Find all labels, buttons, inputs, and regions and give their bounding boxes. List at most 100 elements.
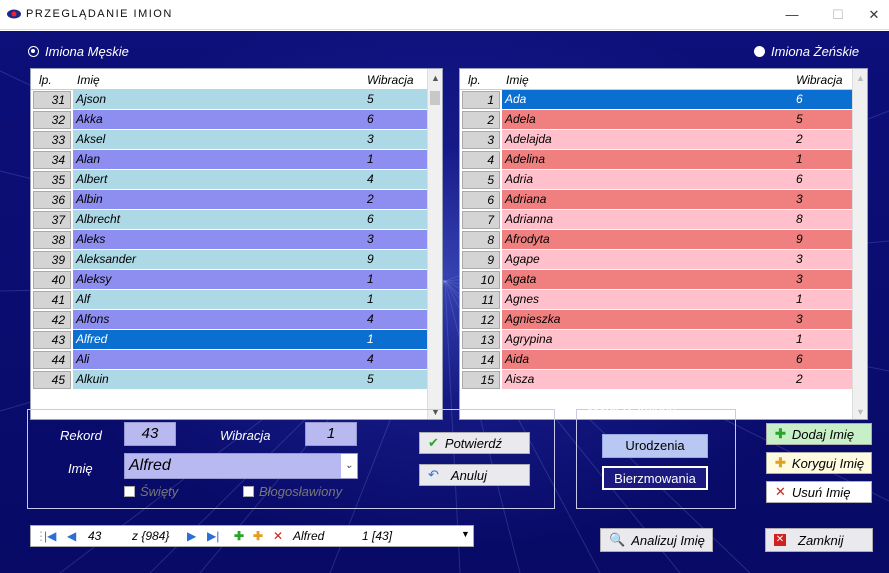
row-number[interactable]: 14: [462, 351, 500, 369]
vibration-cell[interactable]: 1: [361, 330, 428, 349]
row-number[interactable]: 44: [33, 351, 71, 369]
edit-record-icon[interactable]: ✚: [253, 529, 263, 543]
saint-checkbox[interactable]: Święty: [124, 484, 178, 499]
vibration-cell[interactable]: 3: [361, 130, 428, 149]
row-number[interactable]: 36: [33, 191, 71, 209]
name-cell[interactable]: Albrecht: [73, 210, 361, 229]
row-number[interactable]: 15: [462, 371, 500, 389]
table-row[interactable]: 35 Albert 4: [31, 170, 442, 190]
name-cell[interactable]: Albert: [73, 170, 361, 189]
close-button[interactable]: ✕ Zamknij: [765, 528, 873, 552]
row-number[interactable]: 12: [462, 311, 500, 329]
table-row[interactable]: 5 Adria 6: [460, 170, 867, 190]
name-cell[interactable]: Agrypina: [502, 330, 790, 349]
prev-record-icon[interactable]: ◀: [67, 529, 76, 543]
row-number[interactable]: 41: [33, 291, 71, 309]
name-cell[interactable]: Alkuin: [73, 370, 361, 389]
table-row[interactable]: 8 Afrodyta 9: [460, 230, 867, 250]
vibration-cell[interactable]: 2: [790, 370, 854, 389]
header-lp[interactable]: lp.: [39, 73, 52, 87]
vibration-cell[interactable]: 6: [790, 350, 854, 369]
scroll-up-icon[interactable]: ▲: [431, 73, 440, 83]
radio-male[interactable]: Imiona Męskie: [28, 42, 129, 60]
row-number[interactable]: 3: [462, 131, 500, 149]
vibration-cell[interactable]: 6: [361, 210, 428, 229]
row-number[interactable]: 34: [33, 151, 71, 169]
table-row[interactable]: 11 Agnes 1: [460, 290, 867, 310]
table-row[interactable]: 43 Alfred 1: [31, 330, 442, 350]
row-number[interactable]: 1: [462, 91, 500, 109]
name-cell[interactable]: Adelina: [502, 150, 790, 169]
row-number[interactable]: 35: [33, 171, 71, 189]
table-row[interactable]: 7 Adrianna 8: [460, 210, 867, 230]
name-cell[interactable]: Afrodyta: [502, 230, 790, 249]
row-number[interactable]: 31: [33, 91, 71, 109]
table-row[interactable]: 31 Ajson 5: [31, 90, 442, 110]
name-cell[interactable]: Ajson: [73, 90, 361, 109]
table-row[interactable]: 3 Adelajda 2: [460, 130, 867, 150]
name-cell[interactable]: Aleksy: [73, 270, 361, 289]
name-cell[interactable]: Ali: [73, 350, 361, 369]
table-row[interactable]: 40 Aleksy 1: [31, 270, 442, 290]
name-cell[interactable]: Agape: [502, 250, 790, 269]
table-row[interactable]: 38 Aleks 3: [31, 230, 442, 250]
vibration-cell[interactable]: 6: [361, 110, 428, 129]
vibration-cell[interactable]: 3: [361, 230, 428, 249]
minimize-button[interactable]: —: [770, 2, 814, 28]
table-row[interactable]: 39 Aleksander 9: [31, 250, 442, 270]
name-cell[interactable]: Agata: [502, 270, 790, 289]
blessed-checkbox[interactable]: Błogosławiony: [243, 484, 342, 499]
vibration-cell[interactable]: 4: [361, 170, 428, 189]
row-number[interactable]: 42: [33, 311, 71, 329]
header-vibration[interactable]: Wibracja: [367, 73, 414, 87]
name-cell[interactable]: Adria: [502, 170, 790, 189]
scroll-down-icon[interactable]: ▼: [856, 407, 865, 417]
blessed-checkbox-box[interactable]: [243, 486, 254, 497]
name-cell[interactable]: Aida: [502, 350, 790, 369]
name-cell[interactable]: Alf: [73, 290, 361, 309]
vibration-cell[interactable]: 5: [361, 370, 428, 389]
radio-female-dot[interactable]: [754, 45, 765, 57]
add-name-button[interactable]: ✚ Dodaj Imię: [766, 423, 872, 445]
table-row[interactable]: 45 Alkuin 5: [31, 370, 442, 390]
header-name[interactable]: Imię: [506, 73, 529, 87]
navigator-position[interactable]: 43: [88, 529, 101, 543]
vibration-cell[interactable]: 1: [790, 290, 854, 309]
saint-checkbox-box[interactable]: [124, 486, 135, 497]
scroll-thumb[interactable]: [430, 91, 440, 105]
vibration-cell[interactable]: 4: [361, 310, 428, 329]
name-cell[interactable]: Aisza: [502, 370, 790, 389]
birth-button[interactable]: Urodzenia: [602, 434, 708, 458]
table-row[interactable]: 14 Aida 6: [460, 350, 867, 370]
radio-male-dot[interactable]: [28, 45, 39, 57]
row-number[interactable]: 43: [33, 331, 71, 349]
table-row[interactable]: 4 Adelina 1: [460, 150, 867, 170]
chevron-down-icon[interactable]: ⌄: [341, 454, 357, 478]
vibration-cell[interactable]: 2: [790, 130, 854, 149]
vibration-cell[interactable]: 1: [361, 150, 428, 169]
row-number[interactable]: 38: [33, 231, 71, 249]
confirm-button[interactable]: ✔ Potwierdź: [419, 432, 530, 454]
table-row[interactable]: 32 Akka 6: [31, 110, 442, 130]
female-grid-scrollbar[interactable]: ▲ ▼: [852, 69, 867, 419]
table-row[interactable]: 2 Adela 5: [460, 110, 867, 130]
row-number[interactable]: 2: [462, 111, 500, 129]
confirmation-button[interactable]: Bierzmowania: [602, 466, 708, 490]
name-cell[interactable]: Aleksander: [73, 250, 361, 269]
name-cell[interactable]: Alfred: [73, 330, 361, 349]
vibration-cell[interactable]: 1: [790, 330, 854, 349]
first-record-icon[interactable]: |◀: [44, 529, 56, 543]
table-row[interactable]: 1 Ada 6: [460, 90, 867, 110]
table-row[interactable]: 34 Alan 1: [31, 150, 442, 170]
row-number[interactable]: 5: [462, 171, 500, 189]
table-row[interactable]: 33 Aksel 3: [31, 130, 442, 150]
vibration-cell[interactable]: 1: [361, 270, 428, 289]
table-row[interactable]: 37 Albrecht 6: [31, 210, 442, 230]
vibration-cell[interactable]: 2: [361, 190, 428, 209]
row-number[interactable]: 39: [33, 251, 71, 269]
name-cell[interactable]: Alan: [73, 150, 361, 169]
delete-name-button[interactable]: ✕ Usuń Imię: [766, 481, 872, 503]
row-number[interactable]: 11: [462, 291, 500, 309]
radio-female[interactable]: Imiona Żeńskie: [754, 42, 859, 60]
row-number[interactable]: 8: [462, 231, 500, 249]
